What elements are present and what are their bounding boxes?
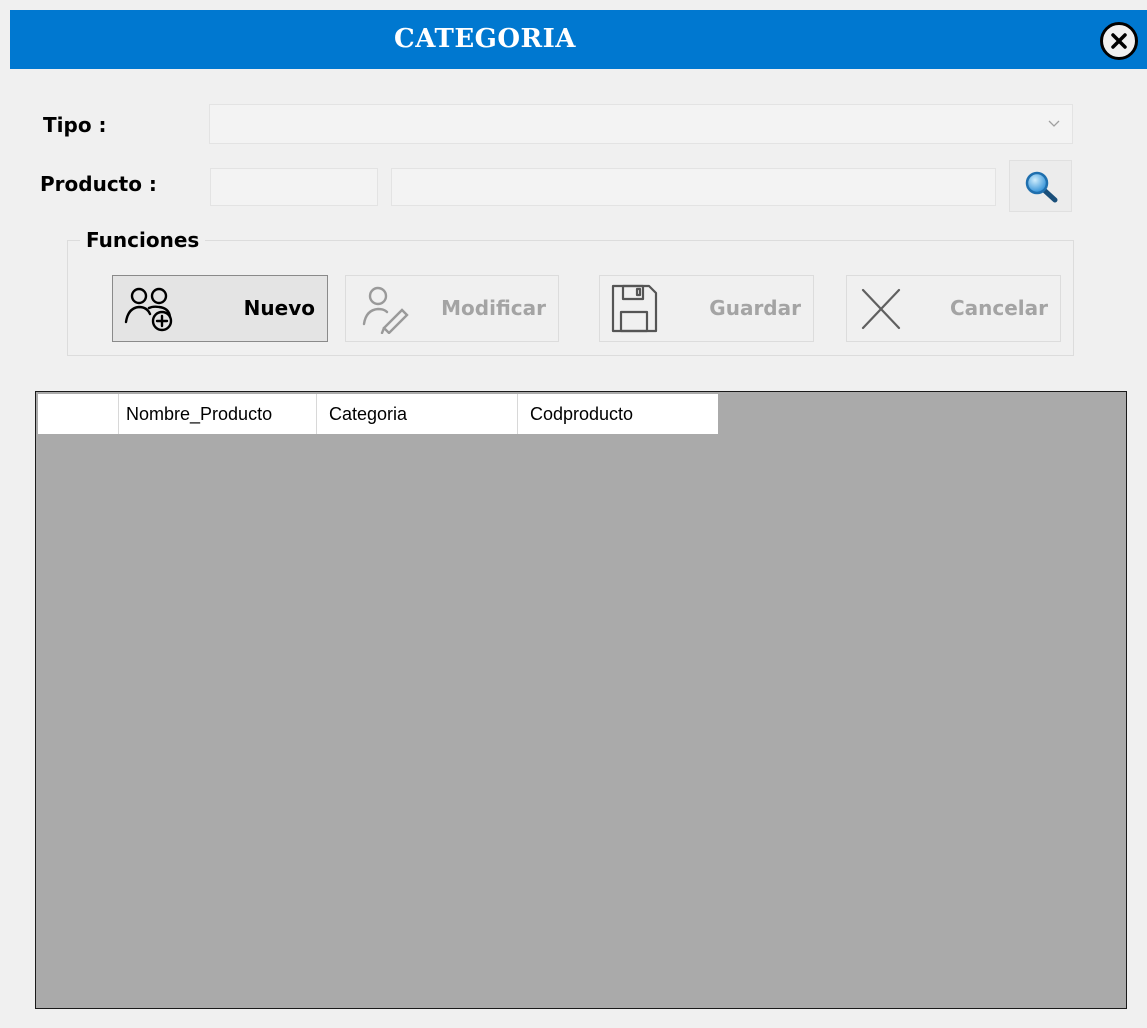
- grid-row-header-corner[interactable]: [38, 394, 119, 434]
- edit-user-icon: [362, 286, 409, 334]
- producto-code-input[interactable]: [210, 168, 378, 206]
- close-button[interactable]: [1100, 22, 1138, 60]
- search-button[interactable]: [1009, 160, 1072, 212]
- modify-button[interactable]: Modificar: [345, 275, 559, 342]
- chevron-down-icon: [1048, 120, 1060, 127]
- close-icon: [1111, 33, 1127, 49]
- new-button[interactable]: Nuevo: [112, 275, 328, 342]
- cancel-button[interactable]: Cancelar: [846, 275, 1061, 342]
- save-button[interactable]: Guardar: [599, 275, 814, 342]
- title-bar: CATEGORIA: [10, 10, 1147, 69]
- tipo-label: Tipo :: [43, 113, 107, 137]
- new-button-label: Nuevo: [243, 296, 315, 320]
- cancel-icon: [861, 288, 901, 330]
- column-header-nombre-producto[interactable]: Nombre_Producto: [119, 394, 317, 434]
- add-users-icon: [124, 287, 173, 332]
- cancel-button-label: Cancelar: [949, 296, 1048, 320]
- modify-button-label: Modificar: [441, 296, 546, 320]
- producto-label: Producto :: [40, 172, 157, 196]
- functions-group-title: Funciones: [80, 228, 206, 252]
- products-grid[interactable]: Nombre_Producto Categoria Codproducto: [35, 391, 1127, 1009]
- column-header-categoria[interactable]: Categoria: [317, 394, 518, 434]
- producto-name-input[interactable]: [391, 168, 996, 206]
- save-icon: [611, 284, 658, 333]
- column-header-codproducto[interactable]: Codproducto: [518, 394, 718, 434]
- grid-header: Nombre_Producto Categoria Codproducto: [38, 394, 718, 434]
- tipo-combobox[interactable]: [209, 104, 1073, 144]
- search-icon: [1025, 171, 1058, 203]
- window-title: CATEGORIA: [394, 24, 576, 54]
- save-button-label: Guardar: [709, 296, 801, 320]
